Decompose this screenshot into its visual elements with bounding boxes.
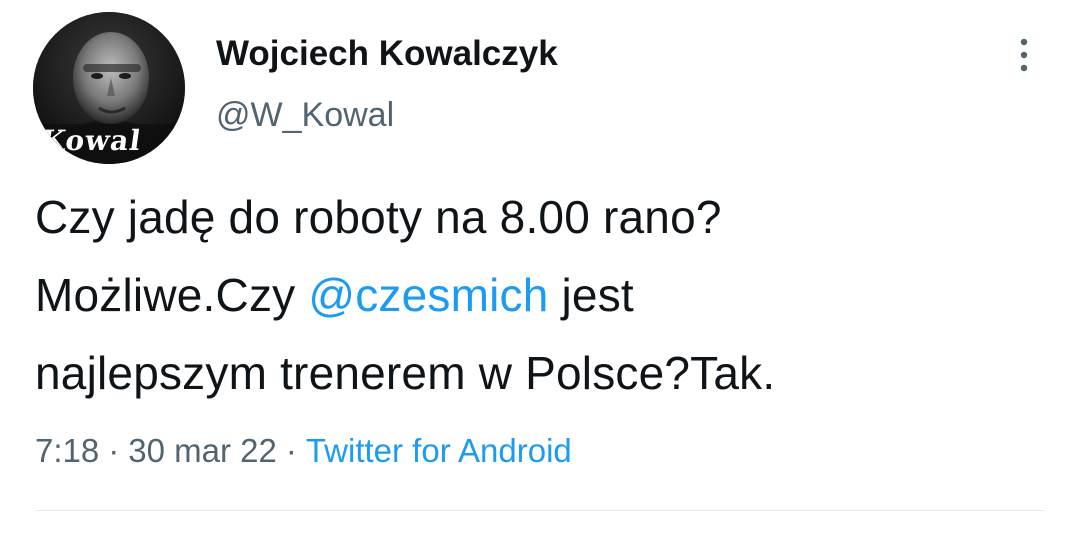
tweet-text-line-1: Czy jadę do roboty na 8.00 rano? [35,191,722,243]
more-vertical-icon [1020,38,1028,72]
mention-link[interactable]: @czesmich [308,269,548,321]
avatar-caption: Kowal [38,124,144,157]
meta-separator: · [285,432,297,469]
tweet-card: Kowal Wojciech Kowalczyk @W_Kowal Czy ja… [0,0,1080,533]
tweet-text-line-3: najlepszym trenerem w Polsce?Tak. [35,347,776,399]
avatar[interactable]: Kowal [33,12,185,164]
divider [35,510,1045,511]
more-options-button[interactable] [1006,30,1042,80]
tweet-text-line-2: Możliwe.Czy @czesmich jest [35,256,1045,334]
tweet-meta: 7:18 · 30 mar 22 · Twitter for Android [35,432,572,470]
author-handle[interactable]: @W_Kowal [216,96,394,135]
tweet-text-segment: Możliwe.Czy [35,269,309,321]
meta-separator: · [108,432,120,469]
author-display-name[interactable]: Wojciech Kowalczyk [216,34,558,74]
tweet-text-segment: jest [548,269,634,321]
tweet-time[interactable]: 7:18 [35,432,99,469]
tweet-text: Czy jadę do roboty na 8.00 rano? Możliwe… [35,178,1045,412]
tweet-date[interactable]: 30 mar 22 [128,432,277,469]
tweet-source-link[interactable]: Twitter for Android [306,432,572,469]
